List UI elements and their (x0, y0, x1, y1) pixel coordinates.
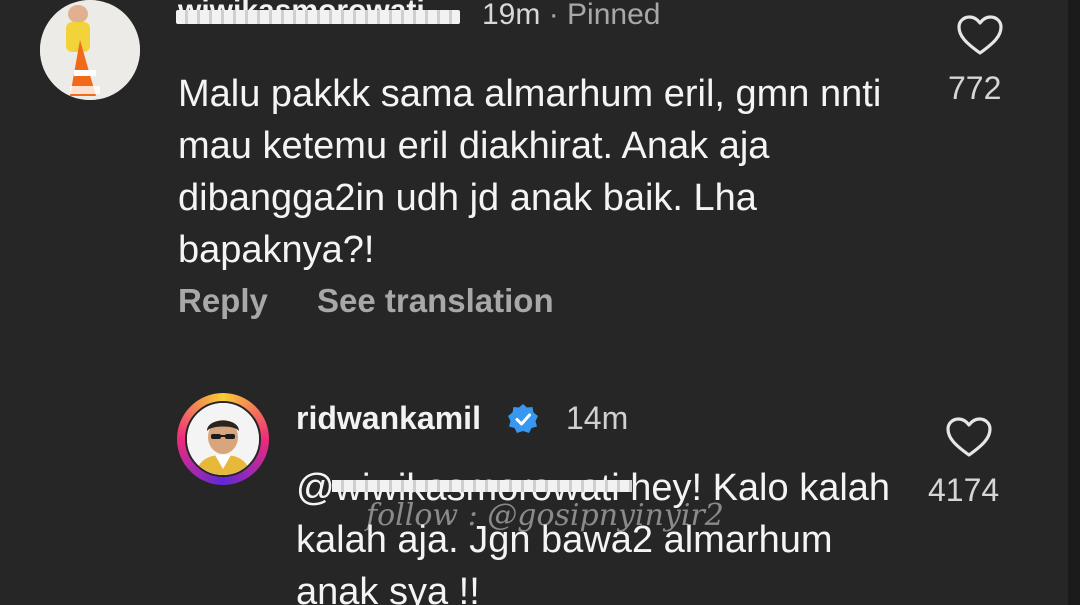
comments-panel: wiwikasmorowati 19m · Pinned 772 Malu pa… (0, 0, 1080, 605)
pinned-label: Pinned (567, 0, 661, 31)
comment-actions: Reply See translation (178, 282, 594, 320)
heart-icon[interactable] (956, 14, 1004, 56)
watermark-text: follow : @gosipnyinyir2 (366, 498, 724, 533)
reply-time: 14m (566, 400, 629, 436)
reply-like-count: 4174 (928, 472, 1000, 508)
right-edge (1068, 0, 1080, 605)
reply-button[interactable]: Reply (178, 282, 268, 319)
username-scribble (176, 10, 460, 24)
see-translation-button[interactable]: See translation (317, 282, 554, 319)
verified-badge-icon (507, 403, 539, 435)
comment-time: 19m (482, 0, 541, 31)
reply-username[interactable]: ridwankamil (296, 400, 481, 437)
heart-icon[interactable] (945, 416, 993, 458)
mention-scribble (332, 480, 632, 492)
reply-avatar[interactable] (185, 401, 261, 477)
comment-text: Malu pakkk sama almarhum eril, gmn nnti … (178, 73, 882, 271)
reply-text: @wiwikasmorowati hey! Kalo kalah kalah a… (296, 462, 896, 605)
comment-meta: 19m · Pinned (482, 0, 660, 32)
commenter-avatar[interactable] (40, 0, 140, 100)
meta-separator: · (540, 0, 568, 31)
like-count: 772 (948, 70, 1002, 106)
